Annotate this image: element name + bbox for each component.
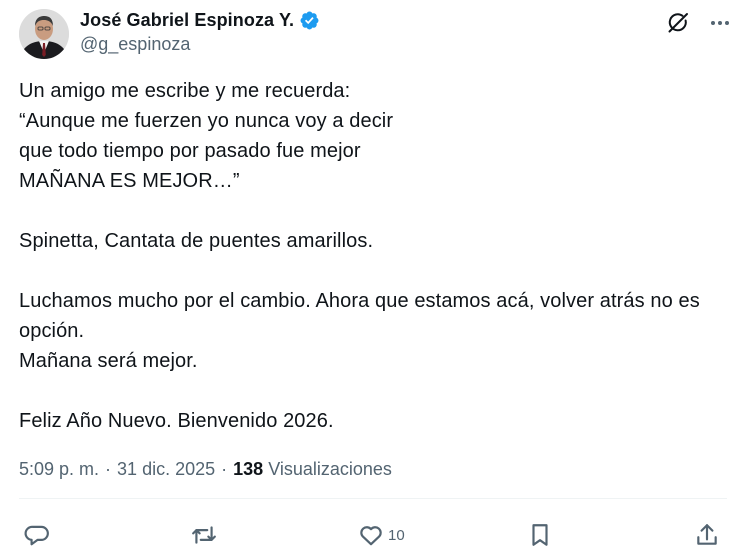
action-bar: 10 bbox=[0, 519, 746, 553]
heart-icon bbox=[360, 526, 382, 546]
display-name-row: José Gabriel Espinoza Y. bbox=[80, 10, 320, 31]
reply-icon bbox=[24, 525, 49, 546]
reply-button[interactable] bbox=[24, 522, 54, 548]
meta-separator: · bbox=[221, 459, 228, 479]
author-names: José Gabriel Espinoza Y. @g_espinoza bbox=[80, 10, 320, 55]
tweet-text: Un amigo me escribe y me recuerda: “Aunq… bbox=[19, 80, 700, 432]
author-handle[interactable]: @g_espinoza bbox=[80, 34, 320, 55]
divider bbox=[19, 498, 727, 499]
tweet-meta: 5:09 p. m. · 31 dic. 2025 · 138 Visualiz… bbox=[19, 459, 392, 480]
bookmark-button[interactable] bbox=[527, 522, 557, 548]
more-options-icon[interactable] bbox=[708, 11, 732, 35]
like-button[interactable]: 10 bbox=[358, 522, 405, 548]
bookmark-icon bbox=[532, 524, 548, 546]
share-button[interactable] bbox=[694, 522, 724, 548]
views-label: Visualizaciones bbox=[268, 459, 392, 479]
meta-separator: · bbox=[105, 459, 112, 479]
share-icon bbox=[697, 524, 717, 545]
repost-icon bbox=[192, 526, 216, 544]
views-count: 138 bbox=[233, 459, 264, 479]
grok-icon[interactable] bbox=[666, 11, 690, 35]
display-name[interactable]: José Gabriel Espinoza Y. bbox=[80, 10, 294, 31]
tweet-date[interactable]: 31 dic. 2025 bbox=[117, 459, 215, 480]
tweet-time[interactable]: 5:09 p. m. bbox=[19, 459, 99, 480]
like-count: 10 bbox=[388, 526, 405, 544]
tweet-header: José Gabriel Espinoza Y. @g_espinoza bbox=[19, 9, 732, 61]
views-stat[interactable]: 138 Visualizaciones bbox=[233, 459, 392, 480]
repost-button[interactable] bbox=[191, 522, 221, 548]
avatar[interactable] bbox=[19, 9, 69, 59]
verified-badge-icon[interactable] bbox=[299, 10, 320, 31]
